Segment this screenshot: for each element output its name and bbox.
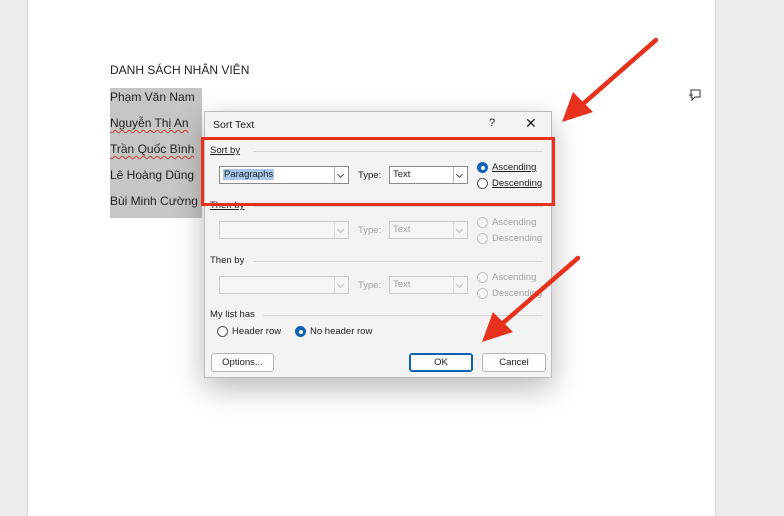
list-item[interactable]: Trần Quốc Bình — [110, 142, 194, 156]
then-by-2-field-select[interactable] — [219, 276, 349, 294]
list-item[interactable]: Nguyễn Thị An — [110, 116, 189, 130]
list-item[interactable]: Lê Hoàng Dũng — [110, 168, 194, 182]
then-by-2-label: Then by — [210, 255, 244, 266]
divider — [263, 315, 543, 316]
chevron-down-icon — [453, 222, 467, 238]
no-header-row-label: No header row — [310, 326, 373, 337]
chevron-down-icon — [453, 167, 467, 183]
descending-label: Descending — [492, 233, 543, 244]
divider — [253, 261, 543, 262]
header-row-radio[interactable]: Header row — [217, 326, 281, 337]
chevron-down-icon — [334, 167, 348, 183]
then-by-type-label: Type: — [358, 225, 382, 236]
sort-by-type-label: Type: — [358, 170, 382, 181]
help-icon[interactable]: ? — [489, 117, 495, 129]
header-row-label: Header row — [232, 326, 282, 337]
ascending-label: Ascending — [492, 162, 537, 173]
my-list-has-label: My list has — [210, 309, 255, 320]
options-button[interactable]: Options... — [211, 353, 274, 372]
ok-button[interactable]: OK — [409, 353, 473, 372]
sort-by-descending-radio[interactable]: Descending — [477, 178, 542, 189]
radio-unchecked-icon — [217, 326, 228, 337]
chevron-down-icon — [453, 277, 467, 293]
document-title: DANH SÁCH NHÂN VIÊN — [110, 63, 250, 77]
radio-checked-icon — [295, 326, 306, 337]
radio-disabled-icon — [477, 217, 488, 228]
cancel-button[interactable]: Cancel — [482, 353, 546, 372]
dialog-title: Sort Text — [213, 119, 255, 131]
sort-by-type-select[interactable]: Text — [389, 166, 468, 184]
divider — [253, 151, 543, 152]
then-by-ascending-radio[interactable]: Ascending — [477, 217, 536, 228]
chevron-down-icon — [334, 222, 348, 238]
close-icon[interactable]: ✕ — [525, 116, 537, 130]
descending-label: Descending — [492, 178, 543, 189]
then-by-2-type-select[interactable]: Text — [389, 276, 468, 294]
list-item[interactable]: Bùi Minh Cường — [110, 194, 198, 208]
sort-by-ascending-radio[interactable]: Ascending — [477, 162, 536, 173]
then-by-descending-radio[interactable]: Descending — [477, 233, 542, 244]
radio-disabled-icon — [477, 288, 488, 299]
divider — [253, 206, 543, 207]
sort-by-field-value: Paragraphs — [223, 169, 275, 180]
then-by-type-value: Text — [393, 224, 411, 235]
then-by-2-descending-radio[interactable]: Descending — [477, 288, 542, 299]
list-item[interactable]: Phạm Văn Nam — [110, 90, 195, 104]
sort-text-dialog: Sort Text ? ✕ Sort by Paragraphs Type: T… — [204, 111, 552, 378]
then-by-2-type-label: Type: — [358, 280, 382, 291]
no-header-row-radio[interactable]: No header row — [295, 326, 372, 337]
radio-checked-icon — [477, 162, 488, 173]
then-by-label: Then by — [210, 200, 245, 211]
then-by-2-type-value: Text — [393, 279, 411, 290]
ascending-label: Ascending — [492, 217, 537, 228]
then-by-2-label-text: Then by — [210, 255, 245, 266]
sort-by-label: Sort by — [210, 145, 241, 156]
sort-by-type-value: Text — [393, 169, 411, 180]
then-by-field-select[interactable] — [219, 221, 349, 239]
radio-disabled-icon — [477, 272, 488, 283]
chevron-down-icon — [334, 277, 348, 293]
then-by-type-select[interactable]: Text — [389, 221, 468, 239]
comment-icon[interactable] — [688, 88, 702, 102]
radio-unchecked-icon — [477, 178, 488, 189]
descending-label: Descending — [492, 288, 543, 299]
radio-disabled-icon — [477, 233, 488, 244]
then-by-2-ascending-radio[interactable]: Ascending — [477, 272, 536, 283]
ascending-label: Ascending — [492, 272, 537, 283]
sort-by-field-select[interactable]: Paragraphs — [219, 166, 349, 184]
